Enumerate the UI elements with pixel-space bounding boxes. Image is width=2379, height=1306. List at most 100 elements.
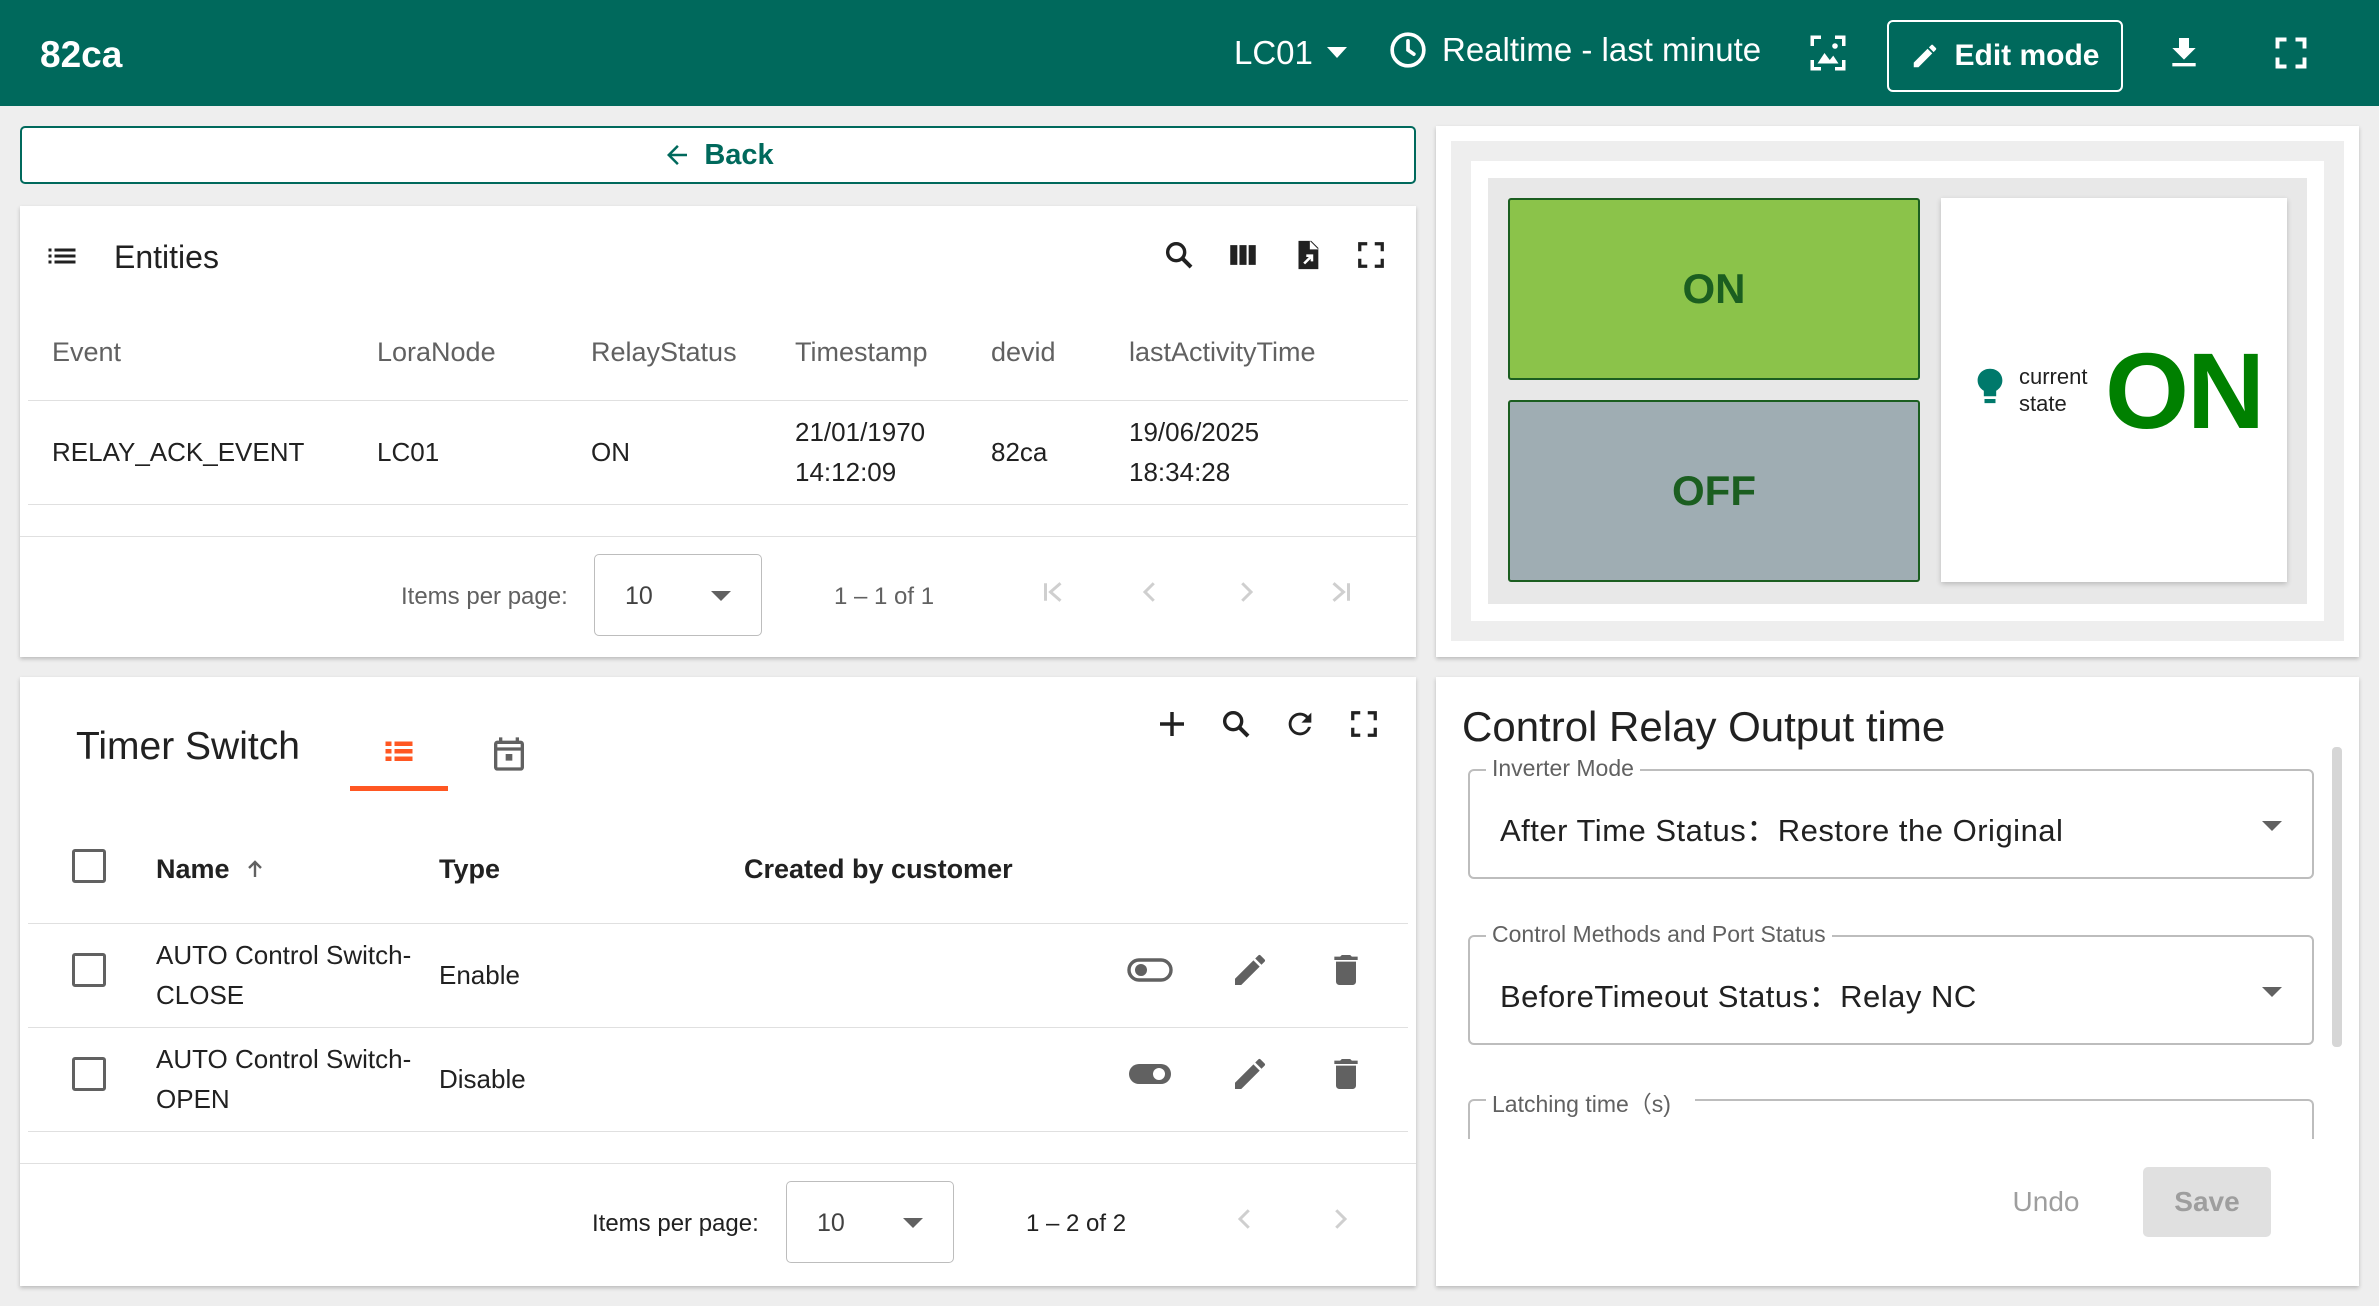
image-export-icon[interactable] (1805, 30, 1851, 76)
refresh-icon[interactable] (1281, 705, 1319, 743)
columns-icon[interactable] (1224, 236, 1262, 274)
edit-mode-button[interactable]: Edit mode (1887, 20, 2123, 92)
search-icon[interactable] (1160, 236, 1198, 274)
row-checkbox[interactable] (72, 952, 106, 987)
select-all-checkbox[interactable] (72, 849, 106, 884)
page-size-select[interactable]: 10 (594, 554, 762, 636)
edit-icon[interactable] (1230, 1054, 1270, 1105)
fullscreen-icon[interactable] (1345, 705, 1383, 743)
download-icon[interactable] (2161, 30, 2207, 76)
table-row[interactable]: AUTO Control Switch- CLOSE Enable (28, 923, 1408, 1028)
toggle-on-icon[interactable] (1126, 1059, 1174, 1100)
latching-time-input[interactable]: Latching time（s) (1468, 1085, 2314, 1139)
column-header-devid[interactable]: devid (967, 306, 1105, 401)
current-state-line1: current (2019, 364, 2088, 389)
cell-name: AUTO Control Switch- CLOSE (156, 923, 439, 1028)
column-header-event[interactable]: Event (28, 306, 353, 401)
relay-off-button[interactable]: OFF (1508, 400, 1920, 582)
items-per-page-label: Items per page: (592, 1210, 759, 1237)
device-selector-label: LC01 (1234, 34, 1313, 71)
timewindow-label: Realtime - last minute (1442, 31, 1762, 68)
current-state-value: ON (2105, 330, 2265, 451)
previous-page-icon[interactable] (1230, 1204, 1260, 1242)
previous-page-icon[interactable] (1135, 577, 1165, 615)
scrollbar[interactable] (2332, 747, 2342, 1047)
entities-title: Entities (114, 239, 219, 275)
caret-down-icon (711, 591, 731, 601)
current-state-panel: current state ON (1941, 198, 2287, 582)
column-header-type[interactable]: Type (439, 817, 744, 924)
fullscreen-icon[interactable] (1352, 236, 1390, 274)
column-header-name[interactable]: Name (156, 817, 439, 924)
toggle-off-icon[interactable] (1126, 955, 1174, 996)
add-icon[interactable] (1153, 705, 1191, 743)
table-header-row: Name Type Created by customer (28, 817, 1408, 924)
page-size-value: 10 (625, 582, 653, 610)
cell-name: AUTO Control Switch- OPEN (156, 1027, 439, 1132)
timer-switch-card: Timer Switch Name Type Created by custom… (20, 677, 1416, 1286)
inverter-mode-select[interactable]: Inverter Mode After Time Status：Restore … (1468, 755, 2314, 879)
list-icon (42, 238, 82, 279)
last-activity-date: 19/06/2025 (1129, 417, 1260, 447)
timestamp-date: 21/01/1970 (795, 417, 926, 447)
caret-down-icon (2262, 987, 2282, 997)
page-size-select[interactable]: 10 (786, 1181, 954, 1263)
table-row[interactable]: RELAY_ACK_EVENT LC01 ON 21/01/1970 14:12:… (28, 400, 1408, 505)
row-checkbox[interactable] (72, 1056, 106, 1091)
undo-button[interactable]: Undo (1976, 1167, 2116, 1237)
cell-devid: 82ca (967, 400, 1105, 505)
entities-paginator: Items per page: 10 1 – 1 of 1 (20, 536, 1416, 656)
top-toolbar: 82ca LC01 Realtime - last minute Edit mo… (0, 0, 2379, 106)
save-button[interactable]: Save (2143, 1167, 2271, 1237)
edit-mode-label: Edit mode (1954, 39, 2100, 72)
table-header-row: Event LoraNode RelayStatus Timestamp dev… (28, 306, 1408, 401)
back-label: Back (704, 138, 774, 171)
last-page-icon[interactable] (1326, 577, 1356, 615)
control-methods-label: Control Methods and Port Status (1486, 921, 1832, 948)
arrow-up-icon (248, 860, 262, 878)
tab-calendar-view[interactable] (466, 717, 552, 791)
first-page-icon[interactable] (1038, 577, 1068, 615)
cell-lastactivitytime: 19/06/2025 18:34:28 (1105, 400, 1408, 505)
column-header-loranode[interactable]: LoraNode (353, 306, 567, 401)
search-icon[interactable] (1217, 705, 1255, 743)
timewindow-selector[interactable]: Realtime - last minute (1388, 30, 1761, 70)
next-page-icon[interactable] (1325, 1204, 1355, 1242)
cell-relaystatus: ON (567, 400, 771, 505)
last-activity-time: 18:34:28 (1129, 457, 1231, 487)
next-page-icon[interactable] (1231, 577, 1261, 615)
timer-actions (1153, 705, 1383, 743)
control-methods-value: BeforeTimeout Status：Relay NC (1500, 979, 1977, 1014)
fullscreen-icon[interactable] (2268, 30, 2314, 76)
current-state-line2: state (2019, 391, 2067, 416)
back-button[interactable]: Back (20, 126, 1416, 184)
name-line2: OPEN (156, 1084, 230, 1114)
device-selector[interactable]: LC01 (1234, 34, 1347, 72)
delete-icon[interactable] (1326, 950, 1366, 1001)
edit-icon[interactable] (1230, 950, 1270, 1001)
name-line1: AUTO Control Switch- (156, 1044, 412, 1074)
items-per-page-label: Items per page: (401, 583, 568, 610)
column-header-actions (1108, 817, 1408, 924)
row-actions (1108, 1027, 1408, 1132)
caret-down-icon (1326, 47, 1347, 58)
inverter-mode-value: After Time Status：Restore the Original (1500, 813, 2064, 848)
tab-list-view[interactable] (350, 717, 448, 791)
control-methods-select[interactable]: Control Methods and Port Status BeforeTi… (1468, 921, 2314, 1045)
select-all-cell (28, 817, 156, 924)
column-header-timestamp[interactable]: Timestamp (771, 306, 967, 401)
delete-icon[interactable] (1326, 1054, 1366, 1105)
column-header-relaystatus[interactable]: RelayStatus (567, 306, 771, 401)
timer-switch-title: Timer Switch (76, 725, 300, 768)
column-header-created[interactable]: Created by customer (744, 817, 1108, 924)
table-row[interactable]: AUTO Control Switch- OPEN Disable (28, 1027, 1408, 1132)
export-file-icon[interactable] (1288, 236, 1326, 274)
entities-table: Event LoraNode RelayStatus Timestamp dev… (28, 306, 1408, 505)
column-header-lastactivitytime[interactable]: lastActivityTime (1105, 306, 1408, 401)
entities-header: Entities (20, 206, 1416, 306)
arrow-left-icon (667, 145, 688, 165)
relay-on-button[interactable]: ON (1508, 198, 1920, 380)
cell-created (744, 1027, 1108, 1132)
cell-timestamp: 21/01/1970 14:12:09 (771, 400, 967, 505)
control-relay-card: Control Relay Output time Inverter Mode … (1436, 677, 2359, 1286)
